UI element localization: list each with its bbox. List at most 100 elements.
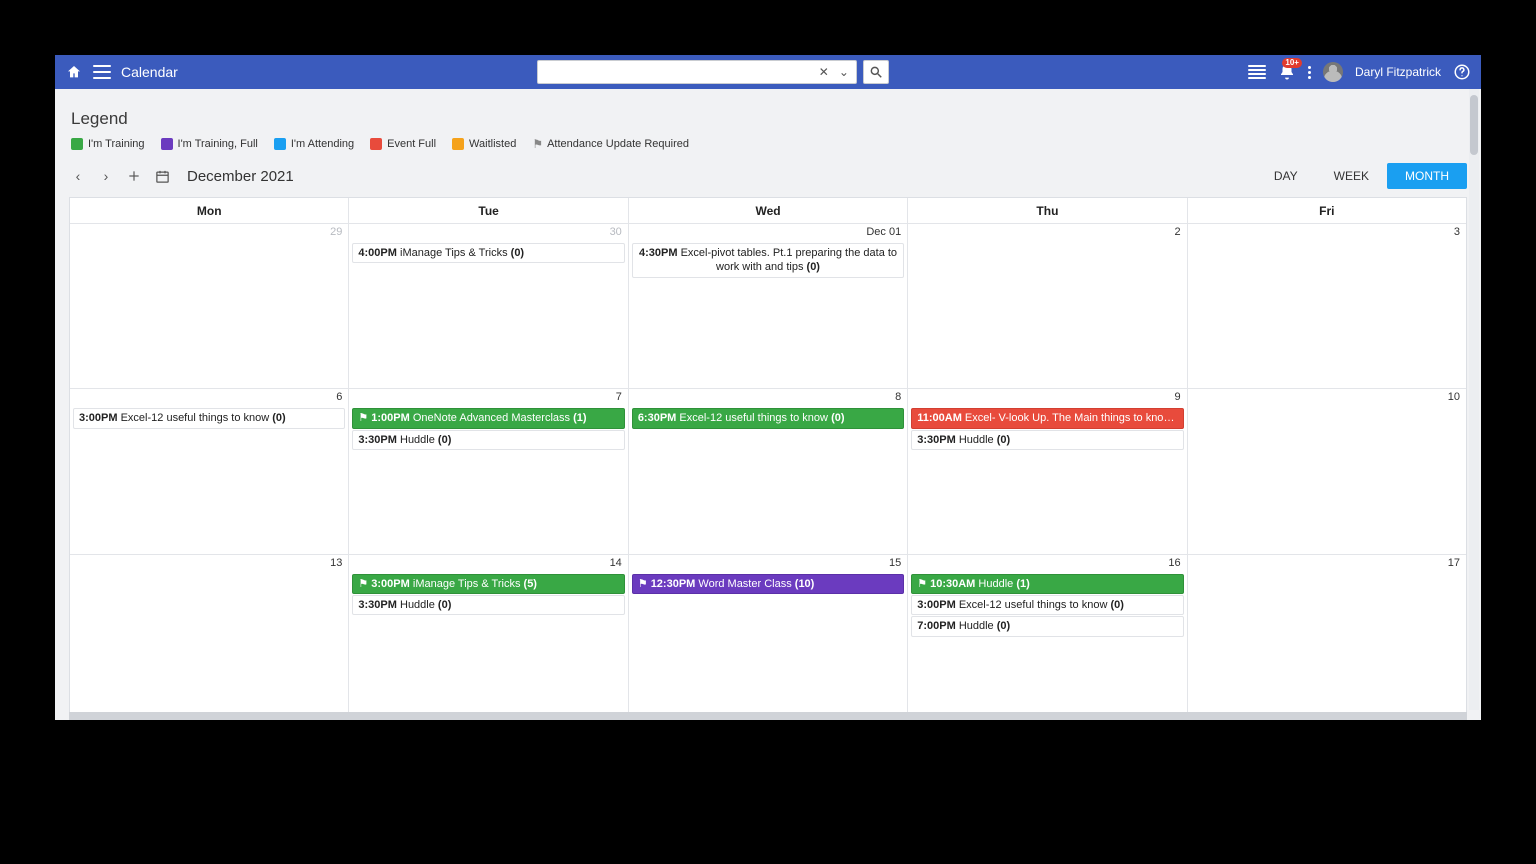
event-count: (0) <box>438 434 451 446</box>
calendar-event[interactable]: ⚑3:00PM iManage Tips & Tricks (5) <box>352 574 624 594</box>
clear-icon[interactable]: ✕ <box>816 65 832 79</box>
calendar-cell[interactable]: 15 ⚑12:30PM Word Master Class (10) <box>628 555 907 719</box>
calendar-cell[interactable]: 8 6:30PM Excel-12 useful things to know (… <box>628 389 907 553</box>
legend-swatch <box>452 138 464 150</box>
calendar-event[interactable]: 3:30PM Huddle (0) <box>911 430 1183 450</box>
list-icon[interactable] <box>1248 65 1266 79</box>
calendar-event[interactable]: ⚑10:30AM Huddle (1) <box>911 574 1183 594</box>
calendar-cell[interactable]: 7 ⚑1:00PM OneNote Advanced Masterclass (1… <box>348 389 627 553</box>
calendar-event[interactable]: 3:30PM Huddle (0) <box>352 595 624 615</box>
calendar-cell[interactable]: 6 3:00PM Excel-12 useful things to know (… <box>70 389 348 553</box>
date-number: 16 <box>1168 557 1180 569</box>
event-title: Huddle <box>978 578 1013 590</box>
calendar-event[interactable]: 3:30PM Huddle (0) <box>352 430 624 450</box>
legend-item: Event Full <box>370 138 436 150</box>
calendar-event[interactable]: ⚑1:00PM OneNote Advanced Masterclass (1) <box>352 408 624 428</box>
event-count: (0) <box>438 599 451 611</box>
calendar-cell[interactable]: 2 <box>907 224 1186 388</box>
event-count: (5) <box>1178 412 1184 424</box>
date-number: 2 <box>1175 226 1181 238</box>
calendar-cell[interactable]: 3 <box>1187 224 1466 388</box>
date-picker-icon[interactable] <box>153 167 171 185</box>
next-button[interactable]: › <box>97 167 115 185</box>
calendar-event[interactable]: 4:30PM Excel-pivot tables. Pt.1 preparin… <box>632 243 904 278</box>
day-header: Mon <box>70 198 348 223</box>
date-number: 8 <box>895 391 901 403</box>
event-count: (0) <box>1110 599 1123 611</box>
menu-icon[interactable] <box>93 65 111 79</box>
day-header: Tue <box>348 198 627 223</box>
search-input[interactable] <box>542 61 812 83</box>
flag-icon: ⚑ <box>358 579 368 590</box>
day-header: Thu <box>907 198 1186 223</box>
event-count: (1) <box>573 412 586 424</box>
view-tab-month[interactable]: MONTH <box>1387 163 1467 189</box>
add-button[interactable] <box>125 167 143 185</box>
calendar-cell[interactable]: 911:00AM Excel- V-look Up. The Main thin… <box>907 389 1186 553</box>
notifications-button[interactable]: 10+ <box>1278 63 1296 81</box>
date-number: 10 <box>1448 391 1460 403</box>
date-number: 7 <box>616 391 622 403</box>
calendar-event[interactable]: 7:00PM Huddle (0) <box>911 616 1183 636</box>
calendar-cell[interactable]: 29 <box>70 224 348 388</box>
help-icon[interactable] <box>1453 63 1471 81</box>
calendar-grid: MonTueWedThuFri 29304:00PM iManage Tips … <box>69 197 1467 720</box>
prev-button[interactable]: ‹ <box>69 167 87 185</box>
event-time: 11:00AM <box>917 412 962 424</box>
calendar-cell[interactable]: 10 <box>1187 389 1466 553</box>
calendar-cell[interactable]: 17 <box>1187 555 1466 719</box>
calendar-event[interactable]: 11:00AM Excel- V-look Up. The Main thing… <box>911 408 1183 428</box>
calendar-controls: ‹ › December 2021 DAYWEEKMONTH <box>69 163 1467 189</box>
calendar-event[interactable]: 3:00PM Excel-12 useful things to know (0… <box>911 595 1183 615</box>
chevron-down-icon[interactable]: ⌄ <box>836 65 852 79</box>
legend-label: I'm Training, Full <box>178 138 258 150</box>
calendar-cell[interactable]: 16⚑10:30AM Huddle (1)3:00PM Excel-12 use… <box>907 555 1186 719</box>
calendar-cell[interactable]: 13 <box>70 555 348 719</box>
legend-swatch <box>71 138 83 150</box>
event-title: iManage Tips & Tricks <box>413 578 521 590</box>
event-count: (0) <box>997 620 1010 632</box>
calendar-cell[interactable]: 14⚑3:00PM iManage Tips & Tricks (5)3:30P… <box>348 555 627 719</box>
legend-swatch <box>161 138 173 150</box>
avatar[interactable] <box>1323 62 1343 82</box>
event-count: (0) <box>272 412 285 424</box>
event-time: 3:00PM <box>371 578 410 590</box>
date-number: Dec 01 <box>866 226 901 238</box>
flag-icon: ⚑ <box>917 579 927 590</box>
event-count: (10) <box>795 578 815 590</box>
event-title: Word Master Class <box>698 578 791 590</box>
calendar-cell[interactable]: 304:00PM iManage Tips & Tricks (0) <box>348 224 627 388</box>
calendar-event[interactable]: ⚑12:30PM Word Master Class (10) <box>632 574 904 594</box>
date-number: 17 <box>1448 557 1460 569</box>
vertical-scrollbar[interactable] <box>1469 89 1479 710</box>
search-button[interactable] <box>863 60 889 84</box>
date-number: 15 <box>889 557 901 569</box>
page-title: Calendar <box>121 64 178 80</box>
event-time: 4:30PM <box>639 247 678 259</box>
event-time: 10:30AM <box>930 578 975 590</box>
search-input-wrap[interactable]: ✕ ⌄ <box>537 60 857 84</box>
event-count: (0) <box>511 247 524 259</box>
event-title: OneNote Advanced Masterclass <box>413 412 570 424</box>
calendar-event[interactable]: 3:00PM Excel-12 useful things to know (0… <box>73 408 345 428</box>
date-number: 6 <box>336 391 342 403</box>
home-icon[interactable] <box>65 63 83 81</box>
event-title: Huddle <box>400 599 435 611</box>
horizontal-scrollbar[interactable] <box>69 712 1467 720</box>
day-header: Wed <box>628 198 907 223</box>
legend-label: I'm Training <box>88 138 145 150</box>
calendar-event[interactable]: 4:00PM iManage Tips & Tricks (0) <box>352 243 624 263</box>
legend-label: Event Full <box>387 138 436 150</box>
event-title: Excel-12 useful things to know <box>959 599 1108 611</box>
event-count: (5) <box>524 578 537 590</box>
more-icon[interactable] <box>1308 66 1311 79</box>
view-tab-day[interactable]: DAY <box>1256 163 1316 189</box>
username[interactable]: Daryl Fitzpatrick <box>1355 65 1441 79</box>
event-title: Excel-12 useful things to know <box>679 412 828 424</box>
calendar-cell[interactable]: Dec 01 4:30PM Excel-pivot tables. Pt.1 pr… <box>628 224 907 388</box>
calendar-event[interactable]: 6:30PM Excel-12 useful things to know (0… <box>632 408 904 428</box>
event-title: Excel-12 useful things to know <box>121 412 270 424</box>
event-count: (1) <box>1016 578 1029 590</box>
legend-label: I'm Attending <box>291 138 354 150</box>
view-tab-week[interactable]: WEEK <box>1316 163 1387 189</box>
